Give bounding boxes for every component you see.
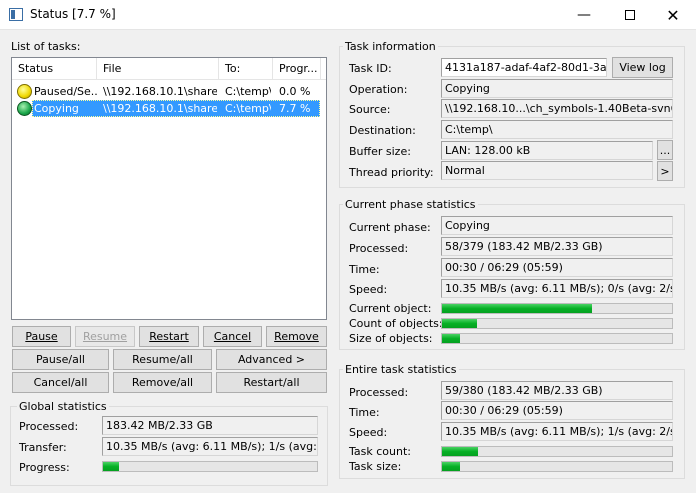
- copying-status-icon: [17, 101, 32, 116]
- size-of-objects-progress-fill: [442, 334, 460, 343]
- task-size-label: Task size:: [349, 460, 402, 473]
- current-phase-value: Copying: [441, 216, 673, 235]
- close-icon[interactable]: ✕: [650, 0, 696, 30]
- task-status: Copying: [34, 102, 79, 115]
- current-object-progress-fill: [442, 304, 592, 313]
- task-progress: 0.0 %: [279, 85, 311, 98]
- window-title: Status [7.7 %]: [30, 7, 116, 21]
- column-status[interactable]: Status: [12, 58, 97, 80]
- entire-processed-value: 59/380 (183.42 MB/2.33 GB): [441, 381, 673, 400]
- task-progress: 7.7 %: [279, 102, 311, 115]
- advanced-button[interactable]: Advanced >: [216, 349, 327, 370]
- global-processed-value: 183.42 MB/2.33 GB: [102, 416, 318, 435]
- task-status: Paused/Se...: [34, 85, 98, 98]
- task-row[interactable]: Paused/Se... \\192.168.10.1\share... C:\…: [12, 83, 326, 100]
- count-of-objects-progress-fill: [442, 319, 477, 328]
- app-icon: [9, 8, 23, 21]
- current-phase-label: Current phase:: [349, 221, 431, 234]
- count-of-objects-label: Count of objects:: [349, 317, 443, 330]
- current-object-label: Current object:: [349, 302, 432, 315]
- global-processed-label: Processed:: [19, 420, 79, 433]
- remove-button-label: Remove: [274, 330, 319, 343]
- buffer-size-value: LAN: 128.00 kB: [441, 141, 653, 160]
- resume-button[interactable]: Resume: [75, 326, 135, 347]
- phase-statistics-label: Current phase statistics: [343, 198, 478, 211]
- remove-button[interactable]: Remove: [266, 326, 327, 347]
- thread-priority-label: Thread priority:: [349, 166, 434, 179]
- column-progress[interactable]: Progr...: [273, 58, 321, 80]
- global-progress-bar: [102, 461, 318, 472]
- entire-speed-value: 10.35 MB/s (avg: 6.11 MB/s); 1/s (avg: 2…: [441, 422, 673, 441]
- minimize-icon[interactable]: —: [561, 0, 607, 30]
- resume-button-label: Resume: [82, 330, 128, 343]
- cancel-button-label: Cancel: [213, 330, 252, 343]
- destination-label: Destination:: [349, 124, 416, 137]
- task-file: \\192.168.10.1\share...: [103, 102, 217, 115]
- task-file: \\192.168.10.1\share...: [103, 85, 217, 98]
- column-to[interactable]: To:: [219, 58, 273, 80]
- task-row[interactable]: Copying \\192.168.10.1\share... C:\temp\…: [12, 100, 326, 117]
- global-statistics-label: Global statistics: [17, 400, 109, 413]
- phase-processed-value: 58/379 (183.42 MB/2.33 GB): [441, 237, 673, 256]
- tasks-list-label: List of tasks:: [11, 40, 81, 53]
- entire-processed-label: Processed:: [349, 386, 409, 399]
- restart-button[interactable]: Restart: [139, 326, 199, 347]
- global-progress-label: Progress:: [19, 461, 70, 474]
- pause-button[interactable]: Pause: [12, 326, 71, 347]
- entire-time-value: 00:30 / 06:29 (05:59): [441, 401, 673, 420]
- count-of-objects-progress-bar: [441, 318, 673, 329]
- size-of-objects-label: Size of objects:: [349, 332, 433, 345]
- cancel-button[interactable]: Cancel: [203, 326, 262, 347]
- task-id-label: Task ID:: [349, 62, 392, 75]
- entire-speed-label: Speed:: [349, 426, 388, 439]
- tasks-list-header: Status File To: Progr...: [12, 58, 326, 80]
- task-to: C:\temp\: [225, 85, 271, 98]
- phase-time-value: 00:30 / 06:29 (05:59): [441, 258, 673, 277]
- pause-all-button[interactable]: Pause/all: [12, 349, 109, 370]
- size-of-objects-progress-bar: [441, 333, 673, 344]
- task-size-progress-bar: [441, 461, 673, 472]
- thread-priority-button[interactable]: >: [657, 161, 673, 181]
- phase-speed-value: 10.35 MB/s (avg: 6.11 MB/s); 0/s (avg: 2…: [441, 279, 673, 298]
- paused-status-icon: [17, 84, 32, 99]
- pause-button-label: Pause: [25, 330, 58, 343]
- task-size-progress-fill: [442, 462, 460, 471]
- buffer-size-button[interactable]: ...: [657, 140, 673, 160]
- task-count-progress-fill: [442, 447, 478, 456]
- resume-all-button[interactable]: Resume/all: [113, 349, 212, 370]
- entire-time-label: Time:: [349, 406, 380, 419]
- global-transfer-value: 10.35 MB/s (avg: 6.11 MB/s); 1/s (avg: 2…: [102, 437, 318, 456]
- source-label: Source:: [349, 103, 391, 116]
- task-information-label: Task information: [343, 40, 438, 53]
- remove-all-button[interactable]: Remove/all: [113, 372, 212, 393]
- maximize-icon[interactable]: [607, 0, 653, 30]
- thread-priority-value: Normal: [441, 161, 653, 180]
- entire-statistics-label: Entire task statistics: [343, 363, 459, 376]
- destination-value: C:\temp\: [441, 120, 673, 139]
- current-object-progress-bar: [441, 303, 673, 314]
- operation-value: Copying: [441, 79, 673, 98]
- phase-processed-label: Processed:: [349, 242, 409, 255]
- column-file[interactable]: File: [97, 58, 219, 80]
- phase-speed-label: Speed:: [349, 283, 388, 296]
- cancel-all-button[interactable]: Cancel/all: [12, 372, 109, 393]
- title-bar[interactable]: Status [7.7 %] — ✕: [0, 0, 696, 30]
- phase-time-label: Time:: [349, 263, 380, 276]
- tasks-list[interactable]: Status File To: Progr... Paused/Se... \\…: [11, 57, 327, 320]
- task-count-label: Task count:: [349, 445, 411, 458]
- task-count-progress-bar: [441, 446, 673, 457]
- task-to: C:\temp\: [225, 102, 271, 115]
- view-log-button[interactable]: View log: [612, 57, 673, 78]
- global-progress-fill: [103, 462, 120, 471]
- restart-all-button[interactable]: Restart/all: [216, 372, 327, 393]
- buffer-size-label: Buffer size:: [349, 145, 411, 158]
- source-value: \\192.168.10...\ch_symbols-1.40Beta-svn6…: [441, 99, 673, 118]
- operation-label: Operation:: [349, 83, 408, 96]
- task-id-field[interactable]: 4131a187-adaf-4af2-80d1-3a2098: [441, 58, 607, 77]
- global-transfer-label: Transfer:: [19, 441, 67, 454]
- restart-button-label: Restart: [149, 330, 189, 343]
